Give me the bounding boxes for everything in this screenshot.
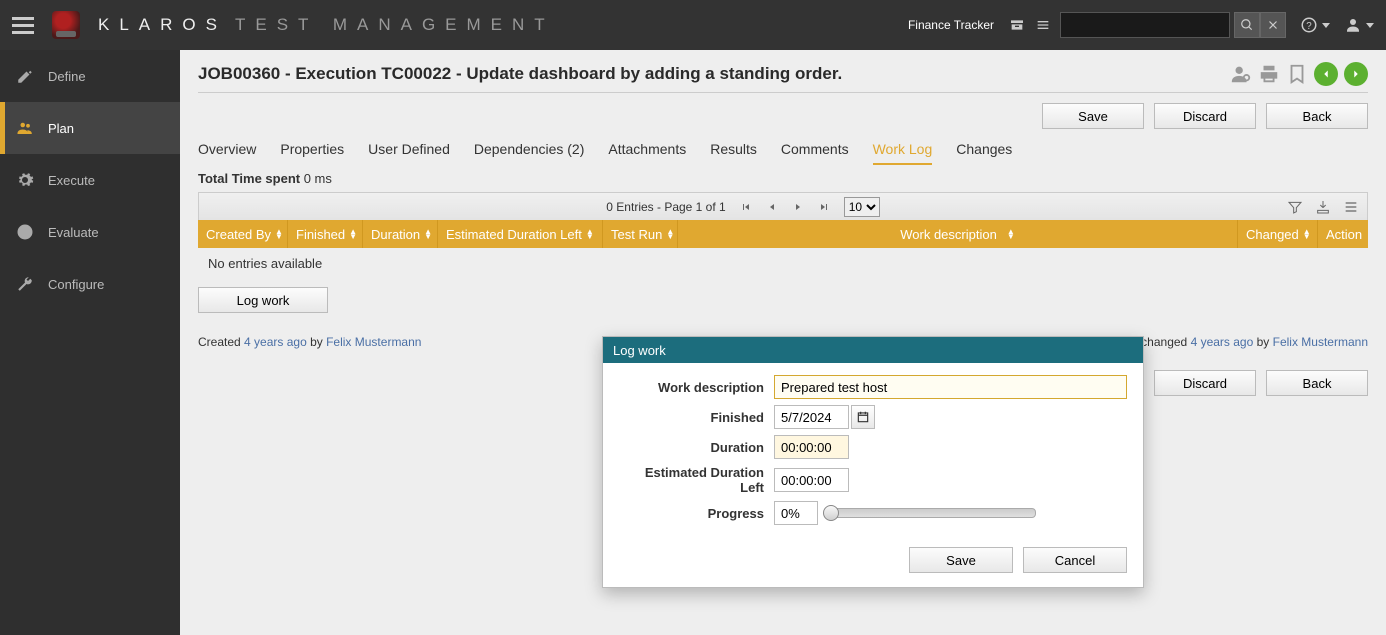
svg-text:?: ? — [1306, 21, 1312, 32]
archive-icon[interactable] — [1009, 17, 1025, 33]
tabs: Overview Properties User Defined Depende… — [198, 135, 1368, 165]
tab-dependencies[interactable]: Dependencies (2) — [474, 135, 585, 165]
back-button-bottom[interactable]: Back — [1266, 370, 1368, 396]
tab-overview[interactable]: Overview — [198, 135, 256, 165]
brand-sub: TEST MANAGEMENT — [235, 15, 555, 34]
brand: KLAROS TEST MANAGEMENT — [98, 15, 555, 35]
sidebar-item-label: Configure — [48, 277, 104, 292]
total-time: Total Time spent 0 ms — [198, 171, 1368, 186]
back-button[interactable]: Back — [1266, 103, 1368, 129]
save-button[interactable]: Save — [1042, 103, 1144, 129]
next-page-icon[interactable] — [792, 201, 804, 213]
tab-properties[interactable]: Properties — [280, 135, 344, 165]
first-page-icon[interactable] — [740, 201, 752, 213]
next-button[interactable] — [1344, 62, 1368, 86]
sidebar-item-label: Plan — [48, 121, 74, 136]
tab-changes[interactable]: Changes — [956, 135, 1012, 165]
col-finished[interactable]: Finished▲▼ — [288, 220, 363, 248]
col-work-description[interactable]: Work description▲▼ — [678, 220, 1238, 248]
discard-button-bottom[interactable]: Discard — [1154, 370, 1256, 396]
help-menu[interactable]: ? — [1300, 16, 1330, 34]
search-button[interactable] — [1234, 12, 1260, 38]
changed-user-link[interactable]: Felix Mustermann — [1273, 335, 1368, 349]
page-title: JOB00360 - Execution TC00022 - Update da… — [198, 64, 842, 84]
hamburger-menu[interactable] — [12, 14, 34, 36]
finished-date-input[interactable] — [774, 405, 849, 429]
work-description-input[interactable] — [774, 375, 1127, 399]
filter-icon[interactable] — [1287, 199, 1303, 215]
tab-work-log[interactable]: Work Log — [873, 135, 933, 165]
estimated-left-input[interactable] — [774, 468, 849, 492]
edit-icon — [16, 67, 34, 85]
tab-results[interactable]: Results — [710, 135, 757, 165]
dialog-title: Log work — [603, 337, 1143, 363]
calendar-icon — [856, 410, 870, 424]
col-duration[interactable]: Duration▲▼ — [363, 220, 438, 248]
menu-icon[interactable] — [1343, 199, 1359, 215]
created-audit: Created 4 years ago by Felix Mustermann — [198, 335, 421, 349]
pager-info: 0 Entries - Page 1 of 1 — [606, 200, 725, 214]
dialog-save-button[interactable]: Save — [909, 547, 1013, 573]
sidebar-item-define[interactable]: Define — [0, 50, 180, 102]
table-empty: No entries available — [198, 248, 1368, 279]
prev-button[interactable] — [1314, 62, 1338, 86]
progress-input[interactable] — [774, 501, 818, 525]
export-icon[interactable] — [1315, 199, 1331, 215]
sidebar-item-execute[interactable]: Execute — [0, 154, 180, 206]
duration-input[interactable] — [774, 435, 849, 459]
col-test-run[interactable]: Test Run▲▼ — [603, 220, 678, 248]
app-logo — [52, 11, 80, 39]
tab-user-defined[interactable]: User Defined — [368, 135, 450, 165]
progress-slider[interactable] — [824, 508, 1036, 518]
page-size-select[interactable]: 10 — [844, 197, 880, 217]
sidebar-item-configure[interactable]: Configure — [0, 258, 180, 310]
search-input[interactable] — [1060, 12, 1230, 38]
log-work-button[interactable]: Log work — [198, 287, 328, 313]
sidebar: Define Plan Execute Evaluate Configure — [0, 50, 180, 635]
label-progress: Progress — [619, 506, 764, 521]
print-icon[interactable] — [1258, 63, 1280, 85]
clear-search-button[interactable] — [1260, 12, 1286, 38]
label-estimated-left: Estimated Duration Left — [619, 465, 764, 495]
calendar-button[interactable] — [851, 405, 875, 429]
sidebar-item-label: Evaluate — [48, 225, 99, 240]
label-finished: Finished — [619, 410, 764, 425]
dialog-cancel-button[interactable]: Cancel — [1023, 547, 1127, 573]
created-user-link[interactable]: Felix Mustermann — [326, 335, 421, 349]
brand-main: KLAROS — [98, 15, 227, 34]
log-work-dialog: Log work Work description Finished — [602, 336, 1144, 588]
slider-thumb[interactable] — [823, 505, 839, 521]
created-time-link[interactable]: 4 years ago — [244, 335, 307, 349]
sidebar-item-label: Execute — [48, 173, 95, 188]
col-estimated-left[interactable]: Estimated Duration Left▲▼ — [438, 220, 603, 248]
sidebar-item-evaluate[interactable]: Evaluate — [0, 206, 180, 258]
chevron-down-icon — [1366, 23, 1374, 28]
col-changed[interactable]: Changed▲▼ — [1238, 220, 1318, 248]
table-header: Created By▲▼ Finished▲▼ Duration▲▼ Estim… — [198, 220, 1368, 248]
chevron-down-icon — [1322, 23, 1330, 28]
project-name: Finance Tracker — [908, 18, 994, 32]
label-work-description: Work description — [619, 380, 764, 395]
sidebar-item-label: Define — [48, 69, 86, 84]
assignee-icon[interactable] — [1230, 63, 1252, 85]
people-icon — [16, 119, 34, 137]
chart-icon — [16, 223, 34, 241]
col-action: Action — [1318, 220, 1368, 248]
sidebar-item-plan[interactable]: Plan — [0, 102, 180, 154]
label-duration: Duration — [619, 440, 764, 455]
tab-attachments[interactable]: Attachments — [608, 135, 686, 165]
last-page-icon[interactable] — [818, 201, 830, 213]
col-created-by[interactable]: Created By▲▼ — [198, 220, 288, 248]
discard-button[interactable]: Discard — [1154, 103, 1256, 129]
prev-page-icon[interactable] — [766, 201, 778, 213]
changed-audit: Last changed 4 years ago by Felix Muster… — [1115, 335, 1368, 349]
bookmark-icon[interactable] — [1286, 63, 1308, 85]
wrench-icon — [16, 275, 34, 293]
list-icon[interactable] — [1035, 17, 1051, 33]
changed-time-link[interactable]: 4 years ago — [1191, 335, 1254, 349]
gear-icon — [16, 171, 34, 189]
tab-comments[interactable]: Comments — [781, 135, 849, 165]
user-menu[interactable] — [1344, 16, 1374, 34]
